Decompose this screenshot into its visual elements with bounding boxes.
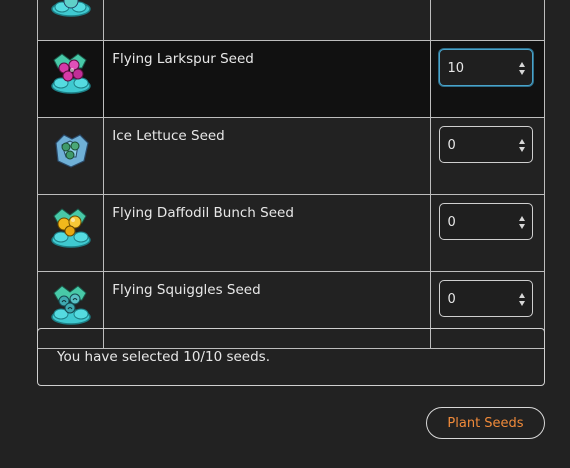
stepper-arrows[interactable]: [518, 137, 527, 153]
quantity-value: 0: [447, 215, 456, 230]
quantity-value: 0: [447, 292, 456, 307]
quantity-stepper[interactable]: 0: [438, 280, 533, 317]
arrow-up-icon[interactable]: [518, 293, 525, 298]
arrow-down-icon[interactable]: [518, 147, 525, 152]
arrow-up-icon[interactable]: [518, 139, 525, 144]
selection-status-text: You have selected 10/10 seeds.: [57, 349, 270, 365]
seed-name: Flying Daffodil Bunch Seed: [103, 194, 431, 272]
arrow-down-icon[interactable]: [518, 224, 525, 229]
flying-larkspur-seed-icon: [51, 53, 91, 94]
arrow-up-icon[interactable]: [518, 62, 525, 67]
seed-row-ice-lettuce: Ice Lettuce Seed 0: [36, 117, 546, 195]
arrow-down-icon[interactable]: [518, 301, 525, 306]
seed-row-flying-larkspur: Flying Larkspur Seed 10: [36, 40, 546, 118]
seed-row-flying-daffodil-bunch: Flying Daffodil Bunch Seed 0: [36, 194, 546, 272]
stepper-arrows[interactable]: [518, 60, 527, 76]
arrow-down-icon[interactable]: [518, 70, 525, 75]
quantity-stepper[interactable]: 0: [438, 126, 533, 163]
seed-table: Flying Larkspur Seed 10 Ice Lettuce Seed…: [36, 0, 546, 349]
seed-name: Ice Lettuce Seed: [103, 117, 431, 195]
flying-daffodil-bunch-seed-icon: [51, 208, 91, 248]
quantity-value: 0: [447, 138, 456, 153]
flying-seed-icon: [51, 0, 91, 17]
selection-status-box: You have selected 10/10 seeds.: [37, 328, 545, 386]
quantity-value: 10: [447, 61, 465, 76]
seed-row: [36, 0, 546, 41]
flying-squiggles-seed-icon: [51, 285, 91, 325]
plant-seeds-button[interactable]: Plant Seeds: [426, 407, 545, 439]
stepper-arrows[interactable]: [518, 291, 527, 307]
quantity-stepper[interactable]: 10: [438, 49, 533, 86]
seed-name: Flying Larkspur Seed: [103, 40, 431, 118]
quantity-stepper[interactable]: 0: [438, 203, 533, 240]
seed-name: [103, 0, 431, 41]
ice-lettuce-seed-icon: [55, 134, 89, 168]
arrow-up-icon[interactable]: [518, 216, 525, 221]
stepper-arrows[interactable]: [518, 214, 527, 230]
